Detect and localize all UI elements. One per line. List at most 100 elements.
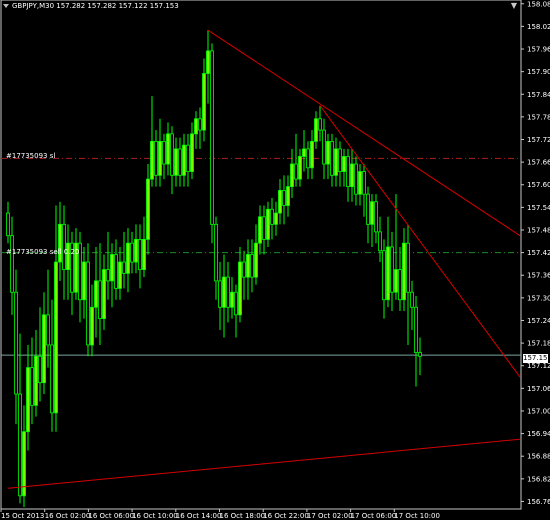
bear-candle: [410, 291, 414, 308]
bull-candle: [238, 261, 242, 316]
bear-candle: [46, 314, 50, 346]
y-tick-label: 156.825: [527, 475, 550, 483]
y-tick-label: 157.185: [527, 340, 550, 348]
bear-candle: [366, 193, 370, 225]
x-tick-label: 16 Oct 10:00: [132, 512, 178, 520]
y-tick-label: 157.065: [527, 385, 550, 393]
bear-candle: [186, 144, 190, 172]
y-tick-label: 157.965: [527, 46, 550, 54]
bear-candle: [378, 231, 382, 252]
bear-candle: [98, 280, 102, 319]
price-chart[interactable]: 158.085 158.025 157.965 157.905 157.845 157.7…: [0, 0, 550, 520]
bull-candle: [174, 148, 178, 176]
bear-candle: [346, 156, 350, 188]
bull-candle: [350, 163, 354, 188]
y-tick-label: 157.725: [527, 136, 550, 144]
bear-candle: [50, 344, 54, 414]
y-tick-label: 157.545: [527, 204, 550, 212]
x-tick-label: 16 Oct 18:00: [220, 512, 266, 520]
bear-candle: [178, 148, 182, 176]
x-tick-label: 16 Oct 02:00: [45, 512, 91, 520]
dropdown-icon[interactable]: [3, 4, 9, 8]
bull-candle: [102, 269, 106, 319]
bull-candle: [206, 50, 210, 74]
bull-candle: [150, 140, 154, 180]
bull-candle: [274, 212, 278, 225]
bear-candle: [250, 254, 254, 278]
x-tick-label: 17 Oct 10:00: [394, 512, 440, 520]
bear-candle: [390, 246, 394, 293]
bull-candle: [42, 314, 46, 384]
bull-candle: [230, 291, 234, 308]
bull-candle: [110, 254, 114, 282]
bear-candle: [30, 367, 34, 406]
bull-candle: [310, 140, 314, 169]
bear-candle: [330, 140, 334, 176]
trendline: [319, 105, 521, 378]
bull-candle: [190, 133, 194, 172]
bull-candle: [126, 242, 130, 274]
y-tick-label: 157.305: [527, 294, 550, 302]
bull-candle: [34, 355, 38, 406]
bull-candle: [342, 156, 346, 172]
bull-candle: [54, 261, 58, 414]
bull-candle: [182, 144, 186, 176]
bull-candle: [202, 73, 206, 131]
y-tick-label: 157.605: [527, 181, 550, 189]
y-tick-label: 158.025: [527, 23, 550, 31]
bid-price-badge: 157.153: [523, 354, 550, 363]
bear-candle: [6, 212, 10, 237]
bear-candle: [338, 148, 342, 172]
bull-candle: [358, 171, 362, 195]
y-tick-label: 157.245: [527, 317, 550, 325]
bear-candle: [234, 291, 238, 316]
bull-candle: [26, 367, 30, 433]
bear-candle: [398, 269, 402, 301]
bull-candle: [246, 254, 250, 278]
bull-candle: [82, 261, 86, 301]
y-tick-label: 157.485: [527, 226, 550, 234]
bear-candle: [406, 242, 410, 293]
bear-candle: [262, 216, 266, 240]
bear-candle: [318, 118, 322, 131]
bull-candle: [334, 148, 338, 176]
bear-candle: [210, 50, 214, 225]
y-tick-label: 157.005: [527, 407, 550, 415]
bear-candle: [14, 291, 18, 395]
x-tick-label: 16 Oct 14:00: [176, 512, 222, 520]
bear-candle: [154, 140, 158, 176]
bull-candle: [118, 261, 122, 289]
bull-candle: [266, 208, 270, 240]
x-tick-label: 17 Oct 06:00: [351, 512, 397, 520]
y-tick-label: 157.665: [527, 159, 550, 167]
y-tick-label: 156.765: [527, 498, 550, 506]
bull-candle: [166, 133, 170, 165]
bear-candle: [414, 306, 418, 353]
bull-candle: [402, 242, 406, 301]
bear-candle: [86, 261, 90, 346]
bear-candle: [418, 352, 422, 357]
bear-candle: [374, 201, 378, 233]
bear-candle: [10, 235, 14, 293]
y-tick-label: 156.945: [527, 430, 550, 438]
arrow-down-icon[interactable]: ▼: [511, 1, 517, 10]
bull-candle: [394, 269, 398, 293]
bull-candle: [158, 140, 162, 176]
chart-window[interactable]: 158.085 158.025 157.965 157.905 157.845 157.7…: [0, 0, 550, 520]
bull-candle: [134, 239, 138, 263]
y-tick-label: 157.365: [527, 272, 550, 280]
bear-candle: [38, 355, 42, 384]
bear-candle: [122, 261, 126, 274]
bull-candle: [278, 190, 282, 214]
bull-candle: [142, 239, 146, 270]
bull-candle: [90, 306, 94, 346]
y-tick-label: 157.785: [527, 113, 550, 121]
stop-loss-label: #17735093 sl: [6, 152, 56, 160]
x-tick-label: 17 Oct 02:00: [307, 512, 353, 520]
bear-candle: [282, 190, 286, 206]
x-tick-label: 15 Oct 2013: [1, 512, 44, 520]
bear-candle: [306, 148, 310, 169]
bull-candle: [258, 216, 262, 244]
bull-candle: [94, 280, 98, 308]
bear-candle: [294, 163, 298, 180]
